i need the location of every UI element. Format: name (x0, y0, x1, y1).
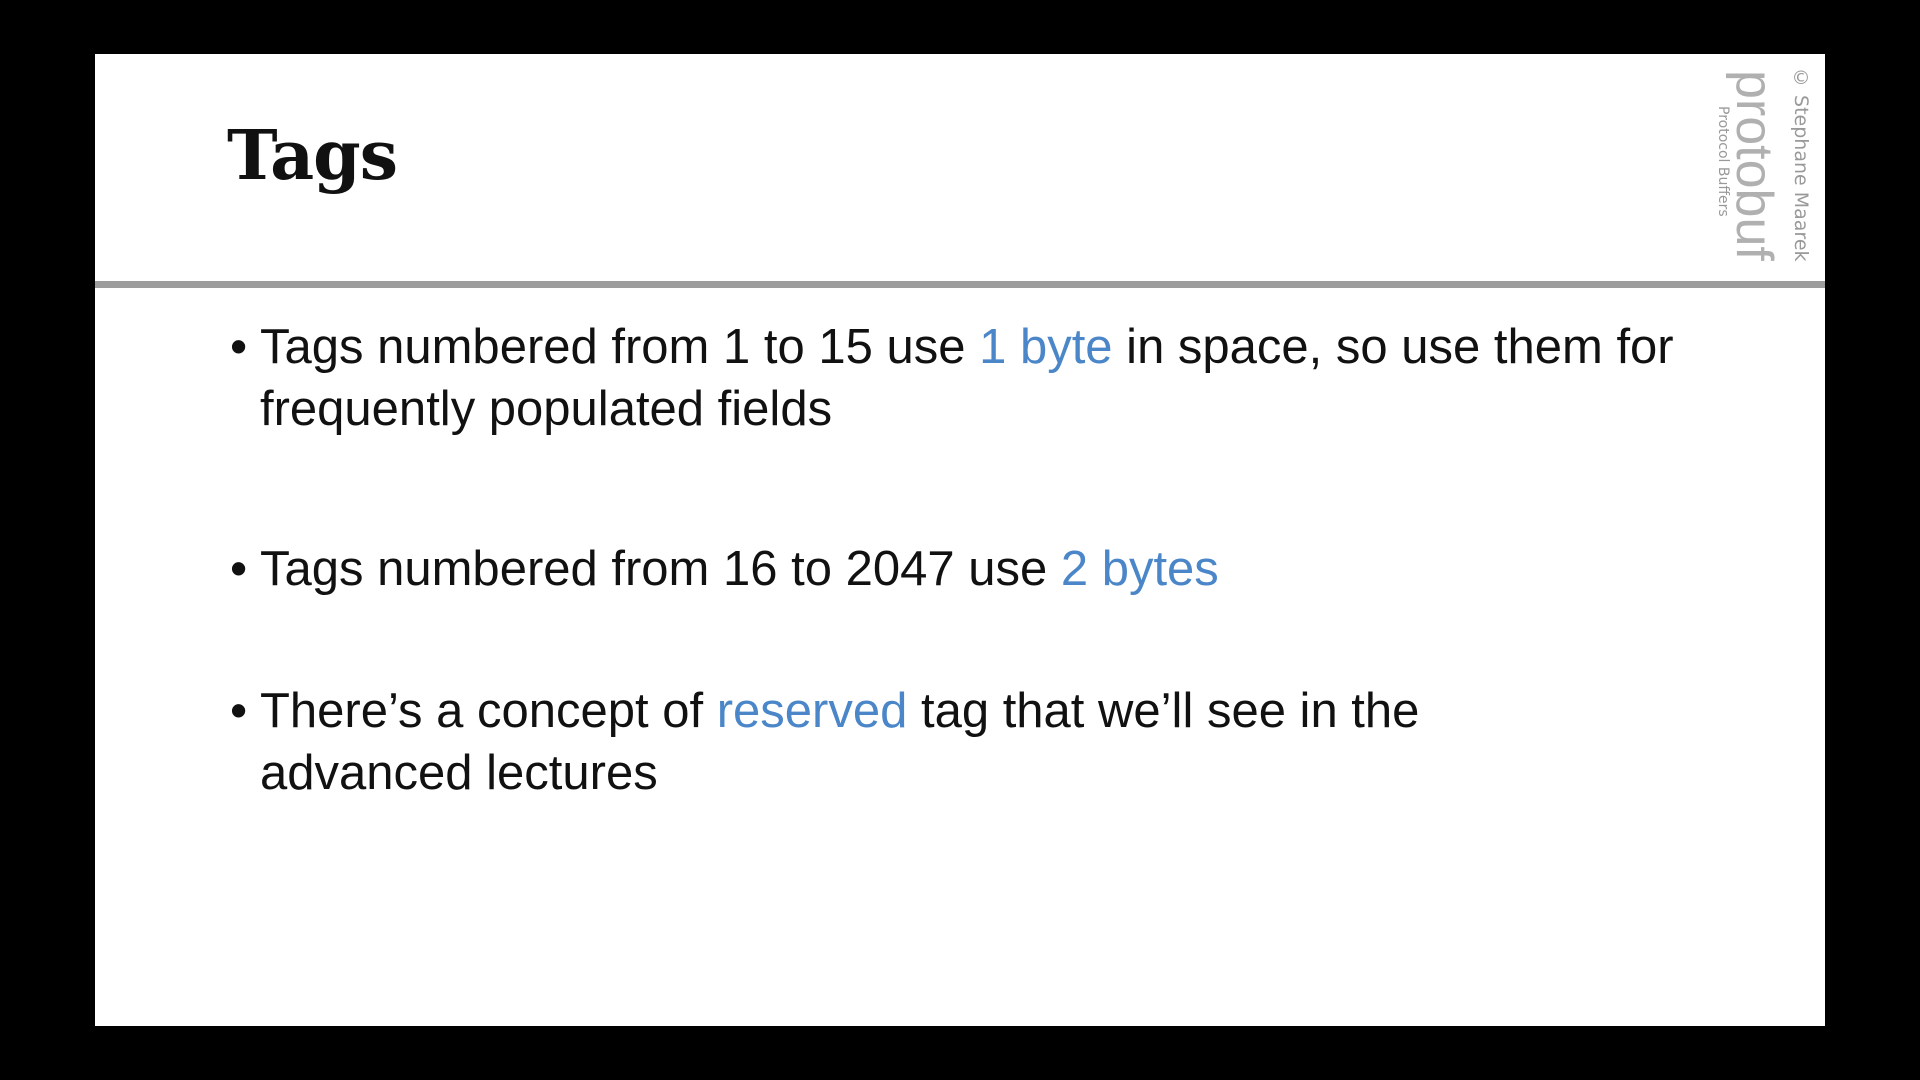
protobuf-logo-subtitle: Protocol Buffers (1715, 106, 1731, 217)
bullet-item: There’s a concept of reserved tag that w… (230, 680, 1560, 804)
bullet-item: Tags numbered from 1 to 15 use 1 byte in… (230, 316, 1750, 440)
bullet-list: Tags numbered from 1 to 15 use 1 byte in… (230, 316, 1750, 902)
bullet-highlight: 2 bytes (1060, 542, 1219, 596)
slide-title: Tags (227, 116, 398, 196)
bullet-text: Tags numbered from 16 to 2047 use (260, 542, 1061, 596)
bullet-highlight: 1 byte (979, 320, 1113, 374)
slide: Tags © Stephane Maarek protobuf Protocol… (95, 54, 1825, 1026)
title-divider (95, 281, 1825, 288)
copyright-watermark: © Stephane Maarek (1790, 67, 1812, 262)
bullet-highlight: reserved (716, 684, 908, 738)
protobuf-logo: protobuf (1725, 70, 1783, 261)
bullet-text: Tags numbered from 1 to 15 use (260, 320, 980, 374)
bullet-text: There’s a concept of (260, 684, 717, 738)
bullet-item: Tags numbered from 16 to 2047 use 2 byte… (230, 538, 1750, 600)
